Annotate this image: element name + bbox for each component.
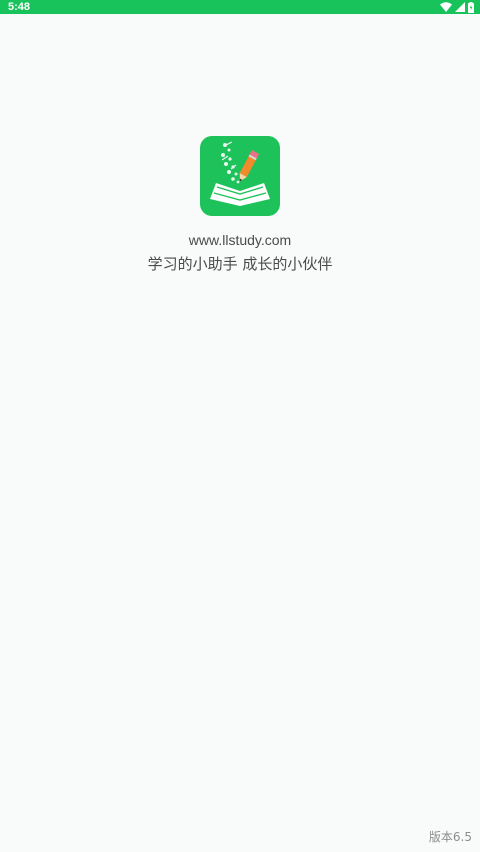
app-slogan: 学习的小助手 成长的小伙伴: [147, 255, 333, 273]
splash-screen: www.llstudy.com 学习的小助手 成长的小伙伴 版本6.5: [0, 0, 480, 852]
version-label: 版本6.5: [428, 830, 472, 844]
website-url: www.llstudy.com: [188, 232, 292, 248]
book-pencil-logo-icon: [200, 136, 280, 216]
